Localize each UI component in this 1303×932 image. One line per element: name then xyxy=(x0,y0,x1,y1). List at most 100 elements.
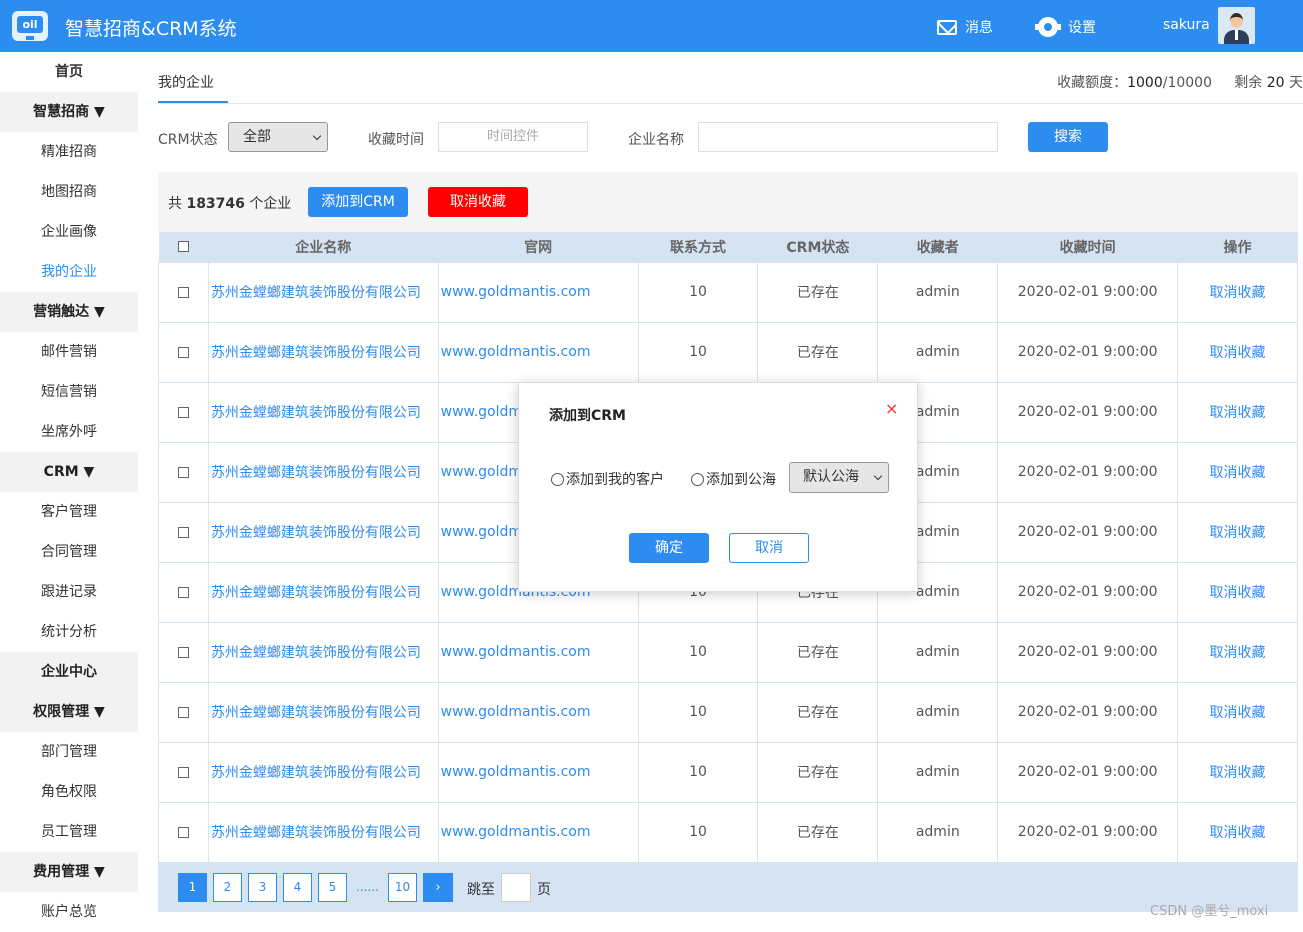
unfavorite-link[interactable]: 取消收藏 xyxy=(1177,501,1298,563)
logo-text: oil xyxy=(17,16,43,33)
row-checkbox[interactable] xyxy=(177,466,189,478)
pagination-ellipsis: ...... xyxy=(356,880,379,894)
website-link[interactable]: www.goldmantis.com xyxy=(437,801,639,863)
unfavorite-link[interactable]: 取消收藏 xyxy=(1177,561,1298,623)
tab-divider xyxy=(158,103,1303,104)
sidebar-item-9[interactable]: 坐席外呼 xyxy=(0,412,138,452)
owner-cell: admin xyxy=(877,621,999,683)
row-checkbox[interactable] xyxy=(177,346,189,358)
username[interactable]: sakura xyxy=(1163,17,1210,33)
close-icon[interactable]: × xyxy=(885,399,898,418)
row-checkbox[interactable] xyxy=(177,826,189,838)
company-name-link[interactable]: 苏州金螳螂建筑装饰股份有限公司 xyxy=(207,261,439,323)
page-button[interactable]: 5 xyxy=(318,873,347,902)
search-button[interactable]: 搜索 xyxy=(1028,122,1108,152)
jump-page-input[interactable] xyxy=(501,873,531,902)
public-pool-select[interactable]: 默认公海 xyxy=(789,462,889,493)
add-to-crm-button[interactable]: 添加到CRM xyxy=(308,187,408,217)
sidebar-item-3[interactable]: 地图招商 xyxy=(0,172,138,212)
company-name-link[interactable]: 苏州金螳螂建筑装饰股份有限公司 xyxy=(207,621,439,683)
row-select-cell xyxy=(158,621,209,683)
row-checkbox[interactable] xyxy=(177,766,189,778)
row-checkbox[interactable] xyxy=(177,646,189,658)
unfavorite-link[interactable]: 取消收藏 xyxy=(1177,321,1298,383)
website-link[interactable]: www.goldmantis.com xyxy=(437,681,639,743)
table-row: 苏州金螳螂建筑装饰股份有限公司 www.goldmantis.com 10 已存在 ad… xyxy=(158,681,1298,743)
messages-button[interactable]: 消息 xyxy=(937,17,993,37)
row-checkbox[interactable] xyxy=(177,586,189,598)
row-select-cell xyxy=(158,441,209,503)
unfavorite-link[interactable]: 取消收藏 xyxy=(1177,441,1298,503)
select-all-checkbox[interactable] xyxy=(177,241,189,253)
unfavorite-button[interactable]: 取消收藏 xyxy=(428,187,528,217)
unfavorite-link[interactable]: 取消收藏 xyxy=(1177,801,1298,863)
sidebar-item-2[interactable]: 精准招商 xyxy=(0,132,138,172)
sidebar-item-17[interactable]: 部门管理 xyxy=(0,732,138,772)
company-name-link[interactable]: 苏州金螳螂建筑装饰股份有限公司 xyxy=(207,441,439,503)
select-all-header[interactable] xyxy=(158,232,209,262)
sidebar-item-16[interactable]: 权限管理 ▼ xyxy=(0,692,138,732)
column-header: 操作 xyxy=(1177,232,1298,262)
unfavorite-link[interactable]: 取消收藏 xyxy=(1177,741,1298,803)
website-link[interactable]: www.goldmantis.com xyxy=(437,321,639,383)
next-page-button[interactable]: › xyxy=(423,873,453,902)
quota-info: 收藏额度：1000/10000 剩余 20 天 xyxy=(1057,72,1303,92)
sidebar-item-19[interactable]: 员工管理 xyxy=(0,812,138,852)
company-name-link[interactable]: 苏州金螳螂建筑装饰股份有限公司 xyxy=(207,321,439,383)
sidebar-item-20[interactable]: 费用管理 ▼ xyxy=(0,852,138,892)
sidebar-item-15[interactable]: 企业中心 xyxy=(0,652,138,692)
row-checkbox[interactable] xyxy=(177,406,189,418)
sidebar-item-14[interactable]: 统计分析 xyxy=(0,612,138,652)
company-name-link[interactable]: 苏州金螳螂建筑装饰股份有限公司 xyxy=(207,561,439,623)
unfavorite-link[interactable]: 取消收藏 xyxy=(1177,381,1298,443)
tab-my-companies[interactable]: 我的企业 xyxy=(158,72,214,92)
sidebar-item-12[interactable]: 合同管理 xyxy=(0,532,138,572)
avatar[interactable] xyxy=(1218,7,1255,44)
unfavorite-link[interactable]: 取消收藏 xyxy=(1177,621,1298,683)
company-name-link[interactable]: 苏州金螳螂建筑装饰股份有限公司 xyxy=(207,741,439,803)
table-header-row: 企业名称 官网 联系方式 CRM状态 收藏者 收藏时间 操作 xyxy=(158,232,1298,262)
unfavorite-link[interactable]: 取消收藏 xyxy=(1177,261,1298,323)
website-link[interactable]: www.goldmantis.com xyxy=(437,741,639,803)
sidebar-item-21[interactable]: 账户总览 xyxy=(0,892,138,932)
page-button[interactable]: 2 xyxy=(213,873,242,902)
page-button[interactable]: 1 xyxy=(178,873,207,902)
radio-public-pool[interactable]: 添加到公海 xyxy=(691,469,776,489)
sidebar-item-6[interactable]: 营销触达 ▼ xyxy=(0,292,138,332)
confirm-button[interactable]: 确定 xyxy=(629,533,709,563)
crm-status-cell: 已存在 xyxy=(757,321,879,383)
sidebar-item-0[interactable]: 首页 xyxy=(0,52,138,92)
page-button[interactable]: 4 xyxy=(283,873,312,902)
sidebar-item-4[interactable]: 企业画像 xyxy=(0,212,138,252)
unfavorite-link[interactable]: 取消收藏 xyxy=(1177,681,1298,743)
row-checkbox[interactable] xyxy=(177,526,189,538)
sidebar-item-8[interactable]: 短信营销 xyxy=(0,372,138,412)
fav-time-input[interactable]: 时间控件 xyxy=(438,122,588,152)
company-name-link[interactable]: 苏州金螳螂建筑装饰股份有限公司 xyxy=(207,381,439,443)
sidebar-item-7[interactable]: 邮件营销 xyxy=(0,332,138,372)
sidebar-item-5[interactable]: 我的企业 xyxy=(0,252,138,292)
sidebar-item-10[interactable]: CRM ▼ xyxy=(0,452,138,492)
contact-cell: 10 xyxy=(637,681,759,743)
sidebar-item-18[interactable]: 角色权限 xyxy=(0,772,138,812)
column-header: 收藏时间 xyxy=(997,232,1178,262)
row-checkbox[interactable] xyxy=(177,706,189,718)
company-name-link[interactable]: 苏州金螳螂建筑装饰股份有限公司 xyxy=(207,681,439,743)
company-name-input[interactable] xyxy=(698,122,998,152)
row-checkbox[interactable] xyxy=(177,286,189,298)
sidebar-item-11[interactable]: 客户管理 xyxy=(0,492,138,532)
crm-status-select[interactable]: 全部 xyxy=(228,122,328,152)
public-pool-value: 默认公海 xyxy=(803,469,859,485)
radio-my-customers[interactable]: 添加到我的客户 xyxy=(551,469,664,489)
settings-button[interactable]: 设置 xyxy=(1035,17,1096,37)
sidebar-item-1[interactable]: 智慧招商 ▼ xyxy=(0,92,138,132)
website-link[interactable]: www.goldmantis.com xyxy=(437,621,639,683)
page-button-last[interactable]: 10 xyxy=(388,873,417,902)
company-name-link[interactable]: 苏州金螳螂建筑装饰股份有限公司 xyxy=(207,801,439,863)
company-name-link[interactable]: 苏州金螳螂建筑装饰股份有限公司 xyxy=(207,501,439,563)
website-link[interactable]: www.goldmantis.com xyxy=(437,261,639,323)
sidebar-item-13[interactable]: 跟进记录 xyxy=(0,572,138,612)
page-button[interactable]: 3 xyxy=(248,873,277,902)
total-count: 共 183746 个企业 xyxy=(168,193,291,213)
cancel-button[interactable]: 取消 xyxy=(729,533,809,563)
